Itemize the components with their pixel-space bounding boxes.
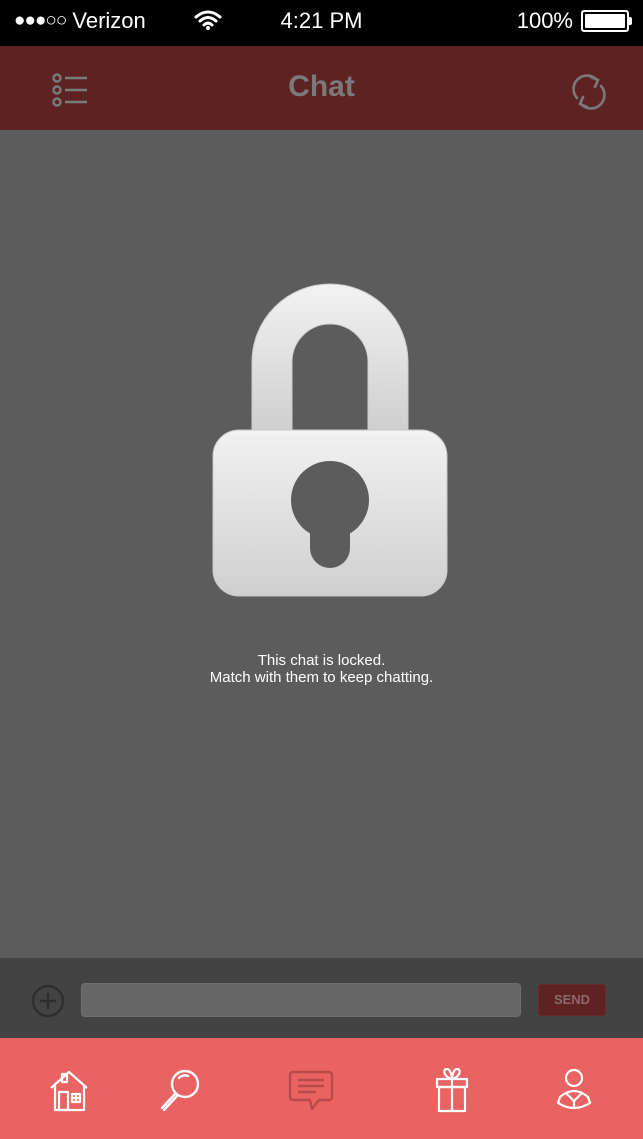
- tab-gifts[interactable]: [422, 1060, 482, 1120]
- chat-icon: [288, 1070, 334, 1111]
- locked-message-line2: Match with them to keep chatting.: [209, 669, 434, 686]
- page-title: Chat: [288, 70, 355, 103]
- battery-percentage: 100%: [516, 8, 573, 33]
- status-bar: ●●●○○ Verizon 4:21 PM 100%: [0, 0, 643, 46]
- tab-search[interactable]: [150, 1060, 210, 1120]
- search-icon: [160, 1069, 200, 1112]
- plus-circle-icon[interactable]: [31, 984, 65, 1018]
- battery-fill: [585, 14, 625, 28]
- battery-icon: [581, 10, 632, 32]
- app-header: Chat: [0, 46, 643, 131]
- battery-status: 100%: [516, 8, 632, 34]
- send-button[interactable]: SEND: [538, 984, 606, 1016]
- home-icon: [50, 1070, 88, 1112]
- locked-message: This chat is locked. Match with them to …: [0, 652, 643, 686]
- compose-bar: SEND: [0, 958, 643, 1038]
- message-input[interactable]: [81, 983, 521, 1017]
- tab-bar: [0, 1038, 643, 1139]
- padlock-icon: [212, 283, 448, 597]
- profile-icon: [556, 1068, 592, 1110]
- gift-icon: [435, 1067, 469, 1113]
- chat-area: This chat is locked. Match with them to …: [0, 130, 643, 958]
- tab-home[interactable]: [39, 1060, 99, 1120]
- locked-message-line1: This chat is locked.: [257, 652, 386, 669]
- refresh-icon[interactable]: [569, 72, 609, 112]
- tab-profile[interactable]: [544, 1060, 604, 1120]
- tab-chat[interactable]: [281, 1060, 341, 1120]
